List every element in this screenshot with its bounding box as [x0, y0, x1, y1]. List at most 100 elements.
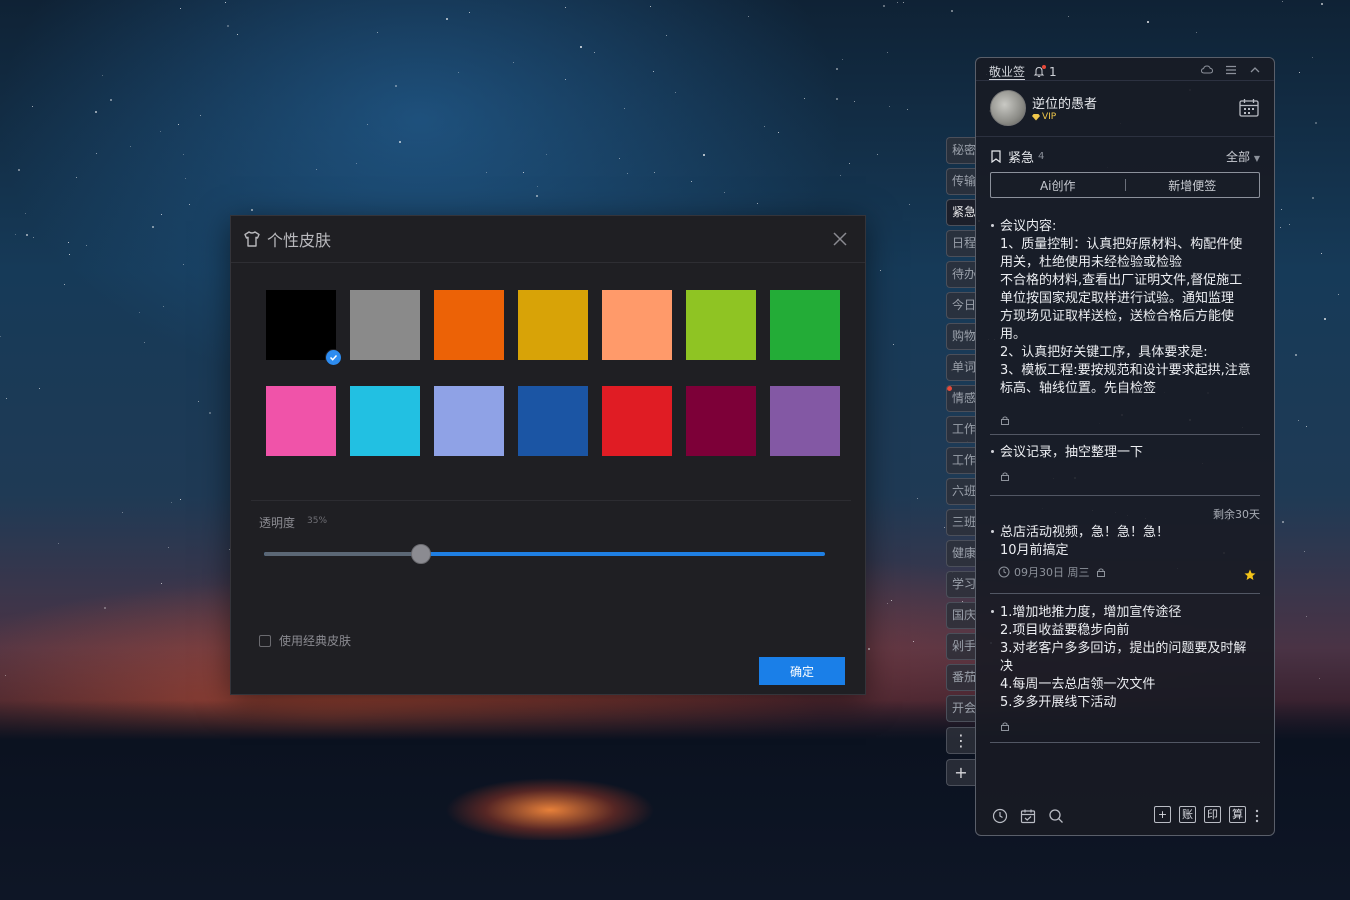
star [1298, 420, 1299, 421]
category-tab[interactable]: 情感 [946, 385, 975, 412]
color-swatch[interactable] [686, 386, 756, 456]
star [130, 146, 131, 147]
category-tab[interactable]: 国庆 [946, 602, 975, 629]
avatar[interactable] [990, 90, 1026, 126]
category-tab[interactable]: 日程 [946, 230, 975, 257]
color-swatch[interactable] [770, 290, 840, 360]
menu-icon[interactable] [1224, 63, 1238, 77]
star [703, 154, 705, 156]
category-count: 4 [1038, 151, 1045, 162]
print-button[interactable]: 印 [1204, 806, 1221, 823]
note-item[interactable]: 剩余30天 总店活动视频，急！急！急！ 10月前搞定 09月30日 周三 [990, 506, 1260, 586]
dialog-title: 个性皮肤 [267, 231, 332, 250]
category-tab[interactable]: 工作 [946, 416, 975, 443]
ledger-button[interactable]: 账 [1179, 806, 1196, 823]
unread-dot [947, 386, 952, 391]
color-swatch[interactable] [770, 386, 840, 456]
ai-create-button[interactable]: Ai创作 [991, 177, 1125, 194]
color-swatch[interactable] [518, 290, 588, 360]
color-swatch[interactable] [686, 290, 756, 360]
star [580, 46, 582, 48]
category-tab[interactable]: 剁手 [946, 633, 975, 660]
calculator-button[interactable]: 算 [1229, 806, 1246, 823]
note-text-line: 3.对老客户多多回访，提出的问题要及时解 [990, 640, 1260, 658]
bell-icon[interactable] [1033, 64, 1047, 78]
vip-label: VIP [1042, 112, 1057, 122]
vip-badge: VIP [1032, 112, 1056, 122]
calendar-check-icon[interactable] [1020, 808, 1036, 824]
note-text: 会议内容: [1000, 219, 1057, 234]
category-tab[interactable]: 番茄 [946, 664, 975, 691]
star [877, 154, 878, 155]
filter-dropdown[interactable]: 全部 ▼ [1226, 148, 1260, 165]
category-tab[interactable]: 学习 [946, 571, 975, 598]
star-icon[interactable] [1244, 566, 1256, 580]
category-tab[interactable]: 传输 [946, 168, 975, 195]
star [446, 18, 448, 20]
category-tab[interactable]: 三班 [946, 509, 975, 536]
color-swatch[interactable] [350, 386, 420, 456]
category-tab[interactable]: 健康 [946, 540, 975, 567]
star [1295, 354, 1297, 356]
calendar-icon[interactable] [1238, 97, 1260, 119]
close-icon[interactable] [831, 230, 849, 248]
category-tab[interactable]: 今日 [946, 292, 975, 319]
star [33, 237, 34, 238]
color-swatch[interactable] [350, 290, 420, 360]
color-swatch[interactable] [266, 290, 342, 366]
category-tab[interactable]: 紧急 [946, 199, 975, 226]
divider [990, 593, 1260, 594]
search-icon[interactable] [1048, 808, 1064, 824]
star [883, 5, 885, 7]
star [913, 641, 914, 642]
confirm-button[interactable]: 确定 [759, 657, 845, 685]
more-categories-button[interactable]: ⋮ [946, 727, 975, 754]
divider [990, 742, 1260, 743]
category-tab[interactable]: 待办 [946, 261, 975, 288]
color-swatch[interactable] [266, 386, 336, 456]
more-icon[interactable] [1254, 808, 1260, 824]
note-text: 4.每周一去总店领一次文件 [1000, 677, 1156, 692]
app-name[interactable]: 敬业签 [989, 63, 1025, 80]
username[interactable]: 逆位的愚者 [1032, 93, 1097, 112]
color-swatch[interactable] [518, 386, 588, 456]
star [1312, 57, 1313, 58]
add-category-button[interactable]: + [946, 759, 975, 786]
caret-down-icon: ▼ [1253, 154, 1260, 163]
color-swatch[interactable] [434, 290, 504, 360]
skin-dialog: 个性皮肤 透明度 35% 使用经典皮肤 确定 [230, 215, 866, 695]
category-tab[interactable]: 购物 [946, 323, 975, 350]
add-note-button[interactable]: + [1154, 806, 1171, 823]
clock-icon[interactable] [992, 808, 1008, 824]
color-swatch[interactable] [434, 386, 504, 456]
color-swatch[interactable] [602, 386, 672, 456]
classic-skin-checkbox[interactable] [259, 634, 271, 647]
note-item[interactable]: 会议记录，抽空整理一下 [990, 444, 1260, 481]
note-text: 方现场见证取样送检，送检合格后方能使 [1000, 309, 1235, 324]
category-tab[interactable]: 单词 [946, 354, 975, 381]
new-note-button[interactable]: 新增便签 [1126, 177, 1260, 194]
category-tab[interactable]: 开会 [946, 695, 975, 722]
reminder-date: 09月30日 周三 [1014, 566, 1090, 579]
star [69, 254, 70, 255]
star [180, 8, 181, 9]
star [691, 181, 692, 182]
chevron-up-icon[interactable] [1248, 63, 1262, 77]
star [25, 213, 26, 214]
color-swatch[interactable] [602, 290, 672, 360]
cloud-sync-icon[interactable] [1200, 63, 1214, 77]
note-item[interactable]: 1.增加地推力度，增加宣传途径 2.项目收益要稳步向前 3.对老客户多多回访，提出的… [990, 604, 1260, 731]
category-tab[interactable]: 工作 [946, 447, 975, 474]
lock-icon [1000, 410, 1010, 425]
star [32, 106, 33, 107]
panel-titlebar: 敬业签 1 [989, 63, 1057, 80]
star [1321, 3, 1323, 5]
note-item[interactable]: 会议内容: 1、质量控制：认真把好原材料、构配件使 用关，杜绝使用未经检验或检验 不合… [990, 218, 1260, 462]
star [1312, 197, 1314, 199]
classic-skin-option[interactable]: 使用经典皮肤 [259, 632, 351, 649]
opacity-slider-thumb[interactable] [411, 544, 432, 564]
category-tab[interactable]: 六班 [946, 478, 975, 505]
star [1068, 16, 1069, 17]
category-tab[interactable]: 秘密 [946, 137, 975, 164]
star [183, 154, 184, 155]
